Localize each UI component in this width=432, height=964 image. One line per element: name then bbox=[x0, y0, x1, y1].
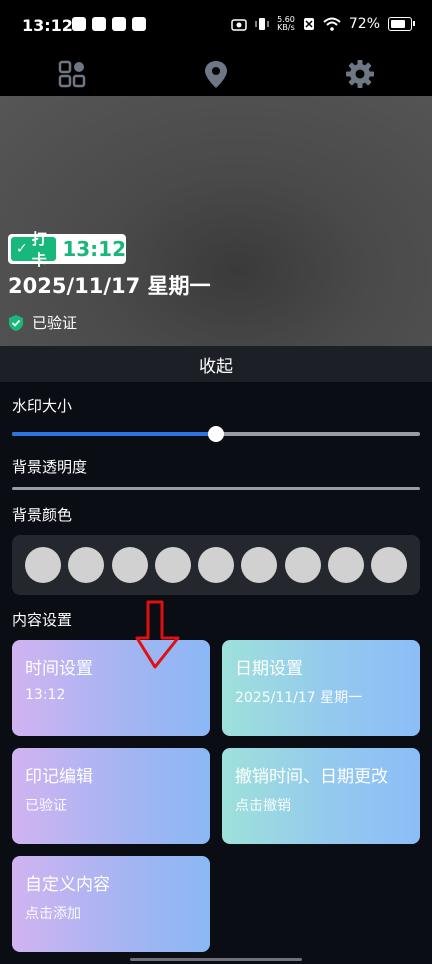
custom-content-card[interactable]: 自定义内容 点击添加 bbox=[12, 856, 210, 952]
card-title: 撤销时间、日期更改 bbox=[235, 767, 388, 787]
watermark-size-slider[interactable] bbox=[12, 426, 420, 442]
verified-text: 已验证 bbox=[32, 314, 78, 332]
punch-label-box: ✓ 打卡 bbox=[11, 230, 57, 269]
card-subtitle: 13:12 bbox=[25, 687, 66, 703]
mail-notification-icon bbox=[92, 17, 106, 31]
bg-color-panel bbox=[12, 535, 420, 595]
color-swatch[interactable] bbox=[111, 547, 148, 583]
punch-label: 打卡 bbox=[31, 230, 47, 269]
color-swatch[interactable] bbox=[68, 547, 105, 583]
bg-opacity-slider[interactable] bbox=[12, 487, 420, 490]
card-title: 日期设置 bbox=[235, 659, 303, 679]
video-notification-icon bbox=[112, 17, 126, 31]
top-nav bbox=[0, 52, 432, 96]
vibrate-icon bbox=[255, 18, 269, 30]
verified-mark: 已验证 bbox=[8, 312, 77, 333]
location-button[interactable] bbox=[200, 58, 232, 90]
wifi-icon bbox=[323, 17, 341, 31]
annotation-arrow-icon bbox=[135, 600, 180, 669]
location-icon bbox=[205, 61, 227, 88]
camera-icon bbox=[231, 19, 247, 31]
collapse-button[interactable]: 收起 bbox=[0, 346, 432, 382]
watermark-size-thumb[interactable] bbox=[208, 426, 224, 442]
stamp-edit-card[interactable]: 印记编辑 已验证 bbox=[12, 748, 210, 844]
home-indicator[interactable] bbox=[130, 958, 302, 961]
sim-off-icon bbox=[303, 18, 314, 30]
card-subtitle: 已验证 bbox=[25, 798, 67, 814]
color-swatch[interactable] bbox=[371, 547, 407, 583]
card-title: 自定义内容 bbox=[25, 875, 110, 895]
network-speed-unit: KB/s bbox=[277, 23, 295, 32]
briefcase-notification-icon bbox=[132, 17, 146, 31]
content-settings-label: 内容设置 bbox=[12, 611, 73, 629]
watermark-date: 2025/11/17 星期一 bbox=[8, 274, 211, 298]
status-time: 13:12 bbox=[22, 16, 73, 35]
card-subtitle: 2025/11/17 星期一 bbox=[235, 690, 363, 706]
watermark-size-label: 水印大小 bbox=[12, 397, 73, 415]
settings-icon bbox=[346, 60, 374, 88]
apps-button[interactable] bbox=[56, 58, 88, 90]
app-notification-icon bbox=[72, 17, 86, 31]
camera-preview[interactable]: ✓ 打卡 13:12 2025/11/17 星期一 已验证 bbox=[0, 96, 432, 346]
status-right: 5.60 KB/s 72% bbox=[231, 16, 415, 32]
date-settings-card[interactable]: 日期设置 2025/11/17 星期一 bbox=[222, 640, 420, 736]
watermark-size-fill bbox=[12, 432, 216, 436]
color-swatch[interactable] bbox=[25, 547, 61, 583]
undo-changes-card[interactable]: 撤销时间、日期更改 点击撤销 bbox=[222, 748, 420, 844]
apps-icon bbox=[58, 60, 86, 88]
notification-icons bbox=[72, 17, 146, 31]
color-swatch[interactable] bbox=[154, 547, 191, 583]
card-subtitle: 点击撤销 bbox=[235, 798, 291, 814]
color-swatch[interactable] bbox=[327, 547, 364, 583]
status-bar: 13:12 5.60 KB/s 72% bbox=[0, 0, 432, 52]
shield-check-icon bbox=[9, 314, 23, 331]
bg-color-label: 背景颜色 bbox=[12, 506, 73, 524]
color-swatch[interactable] bbox=[198, 547, 234, 583]
color-swatch[interactable] bbox=[241, 547, 278, 583]
network-speed: 5.60 KB/s bbox=[277, 16, 295, 32]
battery-icon bbox=[388, 17, 415, 31]
color-swatch[interactable] bbox=[284, 547, 321, 583]
check-icon: ✓ bbox=[16, 241, 28, 257]
punch-time: 13:12 bbox=[62, 237, 126, 261]
battery-percent: 72% bbox=[348, 16, 380, 32]
punch-badge: ✓ 打卡 13:12 bbox=[8, 230, 126, 269]
bg-opacity-label: 背景透明度 bbox=[12, 458, 88, 476]
card-subtitle: 点击添加 bbox=[25, 906, 81, 922]
settings-button[interactable] bbox=[344, 58, 376, 90]
card-title: 印记编辑 bbox=[25, 767, 93, 787]
